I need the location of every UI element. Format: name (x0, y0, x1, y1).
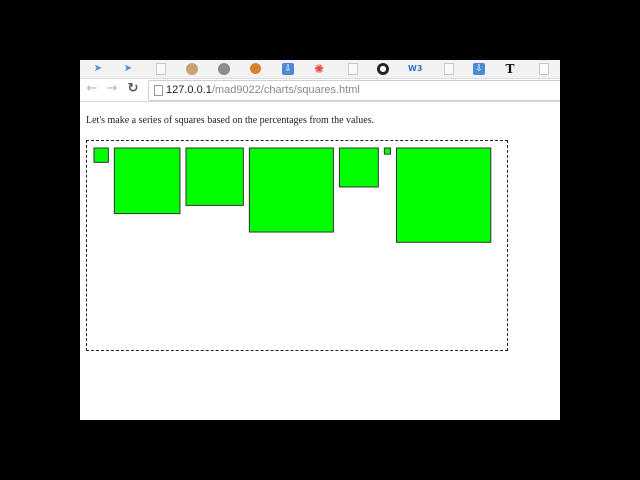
square-1 (93, 147, 109, 163)
squares-chart (86, 140, 508, 351)
browser-toolbar: ← → ↻ 127.0.0.1/mad9022/charts/squares.h… (80, 79, 560, 102)
reload-button[interactable]: ↻ (125, 81, 141, 97)
intro-paragraph: Let's make a series of squares based on … (86, 115, 375, 126)
square-2 (113, 147, 181, 215)
arrow-icon[interactable]: ➤ (122, 63, 134, 75)
page-icon (154, 85, 163, 96)
url-path: /mad9022/charts/squares.html (211, 84, 360, 96)
typewriter-icon[interactable]: T (504, 63, 516, 75)
avatar-icon[interactable] (186, 63, 198, 75)
w3-icon[interactable]: W3 (408, 63, 422, 75)
url-host: 127.0.0.1 (166, 84, 212, 96)
url-text: 127.0.0.1/mad9022/charts/squares.html (166, 83, 360, 98)
squares-svg (93, 147, 492, 243)
bookmarks-bar: ➤ ➤ ⇩ ✺ ● W3 ⇩ T (80, 60, 560, 79)
arrow-icon[interactable]: ➤ (92, 63, 104, 75)
back-button[interactable]: ← (84, 81, 100, 97)
square-4 (248, 147, 334, 233)
page-icon[interactable] (348, 63, 358, 75)
square-7 (396, 147, 492, 243)
download-icon[interactable]: ⇩ (282, 63, 294, 75)
forward-button[interactable]: → (104, 81, 120, 97)
square-6 (383, 147, 392, 155)
page-icon[interactable] (444, 63, 454, 75)
page-icon[interactable] (156, 63, 166, 75)
page-icon[interactable] (539, 63, 549, 75)
orange-circle-icon[interactable] (250, 63, 261, 74)
github-icon[interactable]: ● (377, 63, 389, 75)
square-3 (185, 147, 244, 206)
red-gear-icon[interactable]: ✺ (313, 63, 325, 75)
download-icon[interactable]: ⇩ (473, 63, 485, 75)
avatar-icon[interactable] (218, 63, 230, 75)
square-5 (338, 147, 379, 188)
browser-window: ➤ ➤ ⇩ ✺ ● W3 ⇩ T ← → ↻ 127.0.0.1/mad9022… (80, 60, 560, 420)
address-bar[interactable]: 127.0.0.1/mad9022/charts/squares.html (148, 80, 560, 101)
